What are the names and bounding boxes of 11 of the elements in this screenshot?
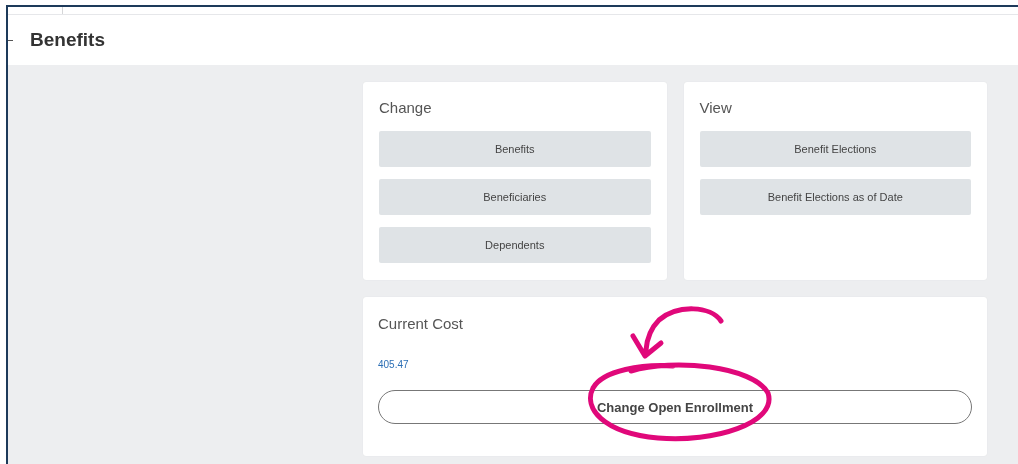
action-button[interactable]: Benefit Elections [699,131,971,167]
action-button[interactable]: Dependents [379,227,651,263]
card-title: Current Cost [378,315,465,332]
card-title: Change [379,99,433,116]
card-title: View [699,99,733,116]
cost-link[interactable]: 405.47 [378,359,972,370]
action-button[interactable]: Beneficiaries [379,179,651,215]
action-button[interactable]: Benefit Elections as of Date [699,179,971,215]
change-open-enrollment-button[interactable]: Change Open Enrollment [378,390,972,424]
page-title: Benefits [30,29,105,51]
action-button[interactable]: Benefits [379,131,651,167]
